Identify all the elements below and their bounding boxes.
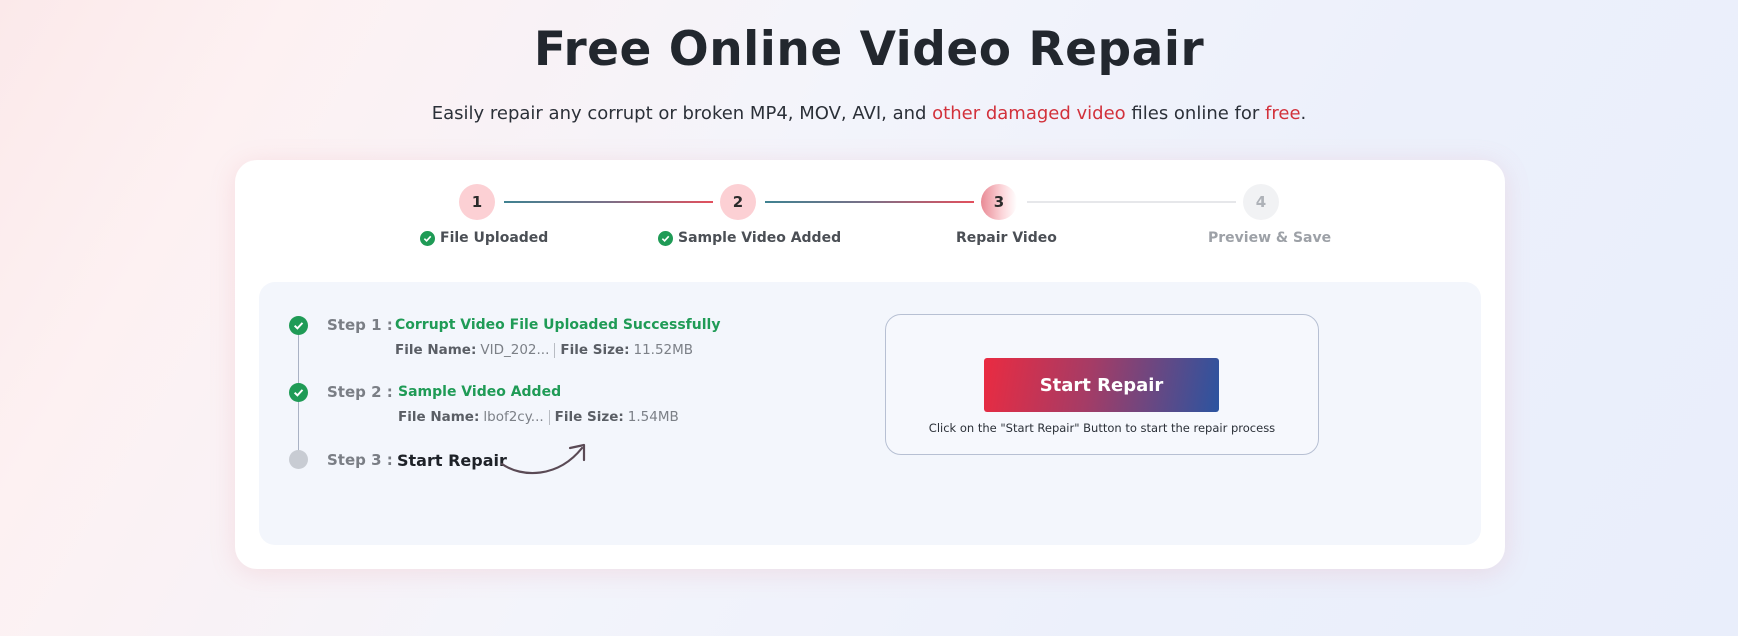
check-circle-icon — [420, 230, 435, 246]
page-subtitle: Easily repair any corrupt or broken MP4,… — [0, 103, 1738, 124]
free-link[interactable]: free — [1265, 103, 1301, 124]
other-damaged-video-link[interactable]: other damaged video — [932, 103, 1126, 124]
stepper-step-2-circle: 2 — [720, 184, 756, 220]
stepper-connector-1 — [504, 201, 713, 203]
file-name-value: VID_202... — [480, 342, 550, 358]
file-size-value: 11.52MB — [633, 342, 694, 358]
stepper-step-3-circle: 3 — [981, 184, 1017, 220]
curved-arrow-icon — [500, 443, 586, 475]
step-1-label: Step 1 : — [327, 316, 393, 334]
subtitle-text: Easily repair any corrupt or broken MP4,… — [431, 103, 933, 124]
step-2-file-info: File Name: lbof2cy... File Size: 1.54MB — [398, 409, 679, 425]
start-repair-button[interactable]: Start Repair — [984, 358, 1219, 412]
start-repair-hint: Click on the "Start Repair" Button to st… — [928, 421, 1276, 435]
file-size-label: File Size: — [560, 342, 630, 358]
file-name-label: File Name: — [398, 409, 480, 425]
subtitle-text: files online for — [1125, 103, 1266, 124]
stepper-step-4-label: Preview & Save — [1208, 230, 1331, 246]
stepper-step-1-circle: 1 — [459, 184, 495, 220]
stepper-step-1-text: File Uploaded — [440, 230, 549, 246]
step-2-check-icon — [289, 383, 308, 402]
step-2-label: Step 2 : — [327, 383, 393, 401]
file-name-value: lbof2cy... — [483, 409, 544, 425]
divider — [548, 409, 550, 425]
stepper-step-4-text: Preview & Save — [1208, 230, 1332, 246]
stepper-step-3-label: Repair Video — [956, 230, 1057, 246]
check-circle-icon — [658, 230, 673, 246]
page-title: Free Online Video Repair — [533, 22, 1205, 77]
step-3-pending-dot — [289, 450, 308, 469]
divider — [554, 342, 556, 358]
file-size-label: File Size: — [554, 409, 624, 425]
step-3-label: Step 3 : — [327, 451, 393, 469]
step-1-status: Corrupt Video File Uploaded Successfully — [395, 317, 721, 333]
stepper-step-2-text: Sample Video Added — [678, 230, 842, 246]
stepper-step-1-label: File Uploaded — [420, 230, 548, 246]
step-3-status: Start Repair — [397, 451, 507, 470]
stepper-connector-3 — [1027, 201, 1236, 203]
file-size-value: 1.54MB — [627, 409, 679, 425]
stepper-connector-2 — [765, 201, 974, 203]
step-1-check-icon — [289, 316, 308, 335]
subtitle-text: . — [1300, 103, 1307, 124]
file-name-label: File Name: — [395, 342, 477, 358]
step-2-status: Sample Video Added — [398, 384, 562, 400]
step-1-file-info: File Name: VID_202... File Size: 11.52MB — [395, 342, 693, 358]
stepper-step-3-text: Repair Video — [956, 230, 1057, 246]
stepper-step-2-label: Sample Video Added — [658, 230, 841, 246]
stepper-step-4-circle: 4 — [1243, 184, 1279, 220]
